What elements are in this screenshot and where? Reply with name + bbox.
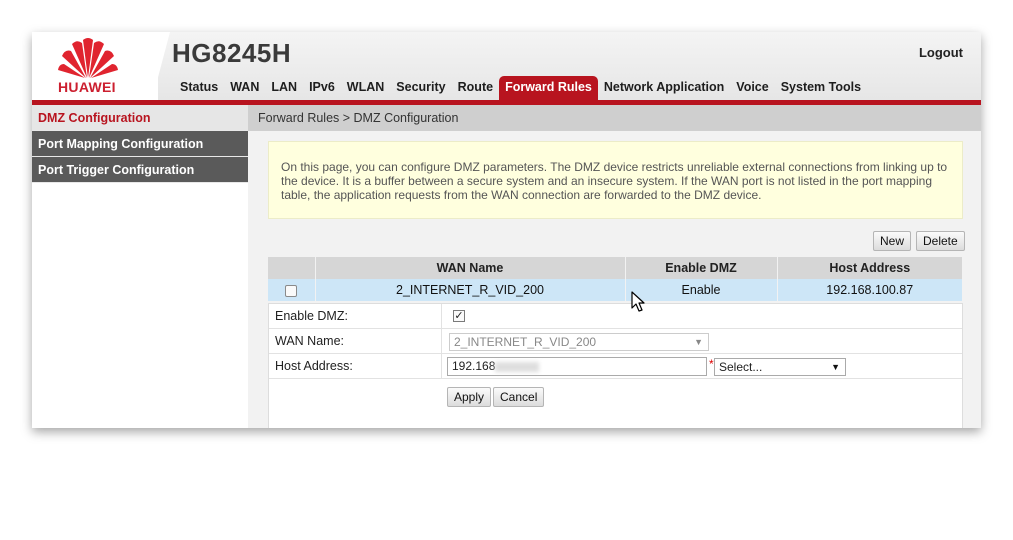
sidebar-item-port-trigger[interactable]: Port Trigger Configuration	[32, 157, 248, 183]
brand-name: HUAWEI	[58, 79, 116, 95]
sidebar-item-port-mapping[interactable]: Port Mapping Configuration	[32, 131, 248, 157]
host-address-select-value: Select...	[719, 360, 763, 374]
nav-voice[interactable]: Voice	[730, 76, 774, 100]
host-address-select[interactable]: Select... ▼	[714, 358, 846, 376]
table-row[interactable]: 2_INTERNET_R_VID_200 Enable 192.168.100.…	[268, 279, 963, 301]
nav-network-application[interactable]: Network Application	[598, 76, 730, 100]
dmz-form: Enable DMZ: ✓ WAN Name: 2_INTERNET_R_VID…	[268, 303, 963, 428]
cell-enable-dmz: Enable	[625, 279, 778, 301]
main-nav: Status WAN LAN IPv6 WLAN Security Route …	[174, 76, 867, 100]
sidebar: DMZ Configuration Port Mapping Configura…	[32, 105, 248, 428]
content-area: Forward Rules > DMZ Configuration On thi…	[248, 105, 981, 428]
nav-forward-rules[interactable]: Forward Rules	[499, 76, 598, 100]
nav-ipv6[interactable]: IPv6	[303, 76, 341, 100]
nav-security[interactable]: Security	[390, 76, 451, 100]
info-box: On this page, you can configure DMZ para…	[268, 141, 963, 219]
apply-button[interactable]: Apply	[447, 387, 492, 407]
host-address-input-value: 192.168	[452, 359, 496, 373]
redacted-text	[495, 361, 540, 372]
mouse-pointer-icon	[631, 291, 645, 312]
wan-name-select[interactable]: 2_INTERNET_R_VID_200 ▼	[449, 333, 709, 351]
cancel-button[interactable]: Cancel	[493, 387, 545, 407]
new-button[interactable]: New	[873, 231, 912, 251]
chevron-down-icon: ▼	[831, 362, 840, 372]
column-header-wan-name: WAN Name	[315, 257, 626, 279]
nav-system-tools[interactable]: System Tools	[775, 76, 867, 100]
enable-dmz-checkbox[interactable]: ✓	[453, 310, 465, 322]
model-title: HG8245H	[172, 38, 292, 68]
select-all-column	[268, 257, 316, 279]
nav-route[interactable]: Route	[452, 76, 499, 100]
nav-lan[interactable]: LAN	[265, 76, 303, 100]
logout-link[interactable]: Logout	[919, 45, 963, 60]
huawei-flower-icon	[58, 38, 118, 78]
column-header-enable-dmz: Enable DMZ	[625, 257, 778, 279]
chevron-down-icon: ▼	[694, 337, 703, 347]
router-window: HUAWEI HG8245H Logout Status WAN LAN IPv…	[32, 32, 981, 428]
nav-wan[interactable]: WAN	[224, 76, 265, 100]
cell-wan-name: 2_INTERNET_R_VID_200	[315, 279, 626, 301]
table-header-row: WAN Name Enable DMZ Host Address	[268, 257, 963, 279]
nav-wlan[interactable]: WLAN	[341, 76, 391, 100]
row-checkbox[interactable]	[285, 284, 298, 297]
dmz-table: WAN Name Enable DMZ Host Address 2_INTER…	[268, 257, 963, 301]
nav-status[interactable]: Status	[174, 76, 224, 100]
sidebar-item-dmz-configuration[interactable]: DMZ Configuration	[32, 105, 248, 131]
delete-button[interactable]: Delete	[916, 231, 965, 251]
form-separator	[441, 304, 442, 329]
form-row-actions: Apply Cancel	[269, 379, 962, 407]
required-marker: *	[709, 357, 714, 371]
row-checkbox-cell	[268, 279, 316, 301]
host-address-input[interactable]: 192.168	[447, 357, 707, 376]
form-row-host-address: Host Address: 192.168 * Select... ▼	[269, 354, 962, 379]
host-address-label: Host Address:	[275, 359, 353, 373]
column-header-host-address: Host Address	[777, 257, 963, 279]
enable-dmz-label: Enable DMZ:	[275, 309, 348, 323]
form-row-enable-dmz: Enable DMZ: ✓	[269, 304, 962, 329]
form-separator	[441, 354, 442, 379]
header: HUAWEI HG8245H Logout Status WAN LAN IPv…	[32, 32, 981, 100]
wan-name-select-value: 2_INTERNET_R_VID_200	[454, 335, 597, 349]
breadcrumb: Forward Rules > DMZ Configuration	[248, 105, 981, 131]
form-separator	[441, 329, 442, 354]
wan-name-label: WAN Name:	[275, 334, 344, 348]
form-row-wan-name: WAN Name: 2_INTERNET_R_VID_200 ▼	[269, 329, 962, 354]
cell-host-address: 192.168.100.87	[777, 279, 963, 301]
